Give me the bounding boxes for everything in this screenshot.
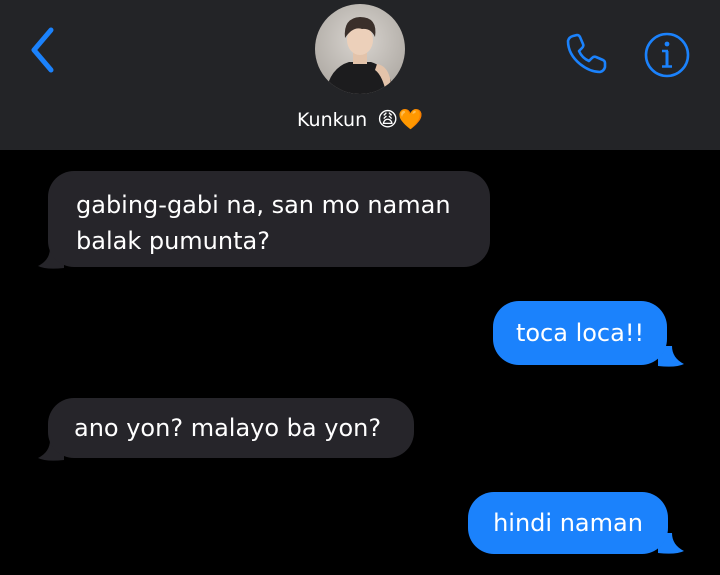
back-button[interactable] <box>26 24 60 76</box>
message-text: toca loca!! <box>515 319 645 347</box>
chevron-left-icon <box>31 27 54 73</box>
avatar[interactable] <box>315 4 405 94</box>
message-text: gabing-gabi na, san mo naman balak pumun… <box>76 191 451 255</box>
info-icon <box>644 32 690 78</box>
avatar-photo <box>315 4 405 94</box>
message-text: ano yon? malayo ba yon? <box>74 414 382 442</box>
message-bubble-incoming[interactable]: gabing-gabi na, san mo naman balak pumun… <box>48 171 490 267</box>
call-button[interactable] <box>562 30 610 78</box>
message-bubble-incoming[interactable]: ano yon? malayo ba yon? <box>48 398 414 458</box>
contact-name-label: Kunkun <box>297 109 368 131</box>
message-bubble-outgoing[interactable]: toca loca!! <box>493 301 667 365</box>
info-button[interactable] <box>643 31 691 79</box>
message-bubble-outgoing[interactable]: hindi naman <box>468 492 668 554</box>
message-text: hindi naman <box>493 509 643 537</box>
contact-name[interactable]: Kunkun 😩🧡 <box>0 104 720 134</box>
conversation-header: Kunkun 😩🧡 <box>0 0 720 150</box>
contact-emojis: 😩🧡 <box>377 107 423 131</box>
message-thread: gabing-gabi na, san mo naman balak pumun… <box>0 150 720 575</box>
phone-icon <box>566 33 607 74</box>
